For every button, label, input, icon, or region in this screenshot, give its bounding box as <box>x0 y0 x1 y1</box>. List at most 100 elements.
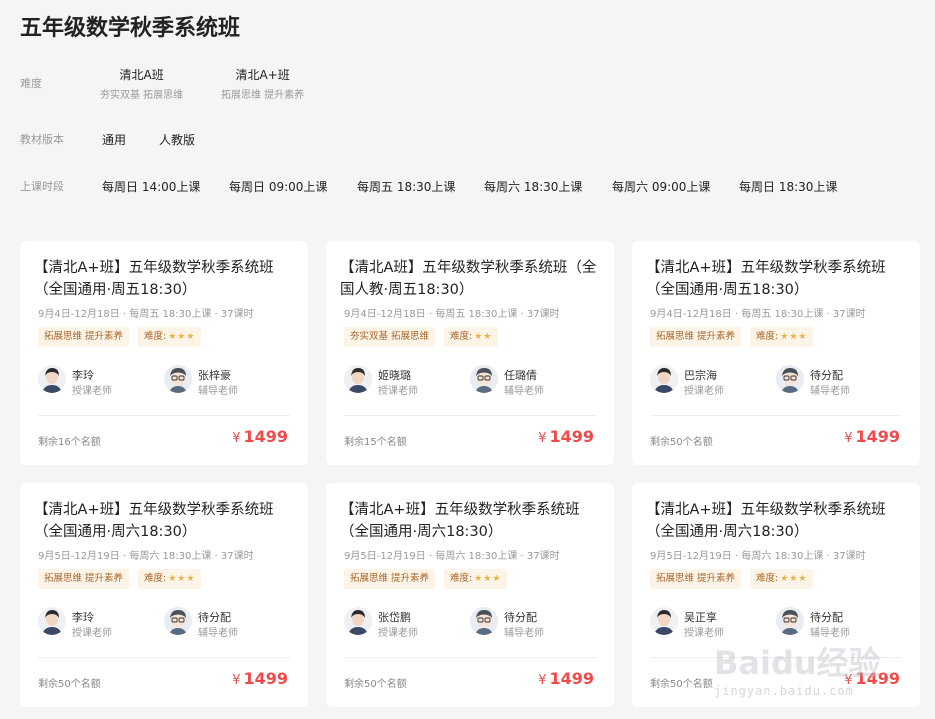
teacher-name: 李玲 <box>72 369 94 382</box>
teacher-name: 李玲 <box>72 611 94 624</box>
teacher-role: 授课老师 <box>72 628 112 639</box>
teacher-role: 授课老师 <box>378 628 418 639</box>
edition-option-general[interactable]: 通用 <box>102 131 126 148</box>
difficulty-badge-label: 难度: <box>144 331 167 342</box>
difficulty-option-a[interactable]: 清北A班 夯实双基 拓展思维 <box>100 66 183 101</box>
card-divider <box>344 657 596 658</box>
difficulty-badge-label: 难度: <box>450 573 473 584</box>
remaining-seats: 剩余16个名额 <box>38 437 101 448</box>
schedule-label: 上课时段 <box>20 180 64 193</box>
currency-symbol: ¥ <box>232 431 241 446</box>
schedule-option[interactable]: 每周日 18:30上课 <box>739 178 837 195</box>
remaining-seats: 剩余50个名额 <box>650 437 713 448</box>
price-amount: 1499 <box>549 669 594 688</box>
difficulty-badge: 难度: ★★★ <box>138 569 202 589</box>
schedule-option[interactable]: 每周日 14:00上课 <box>102 178 200 195</box>
course-title[interactable]: 【清北A+班】五年级数学秋季系统班（全国通用·周六18:30） <box>34 499 300 543</box>
schedule-option[interactable]: 每周日 09:00上课 <box>229 178 327 195</box>
difficulty-option-name: 清北A班 <box>119 68 164 82</box>
course-card[interactable]: 【清北A+班】五年级数学秋季系统班（全国通用·周六18:30） 9月5日-12月… <box>20 483 308 707</box>
teacher-avatar <box>38 365 66 393</box>
star-icon: ★★★ <box>168 574 196 584</box>
course-tag: 夯实双基 拓展思维 <box>344 327 436 347</box>
course-schedule-meta: 9月5日-12月19日 · 每周六 18:30上课 · 37课时 <box>344 551 560 562</box>
course-title[interactable]: 【清北A+班】五年级数学秋季系统班（全国通用·周六18:30） <box>340 499 606 543</box>
star-icon: ★★★ <box>780 332 808 342</box>
page-title: 五年级数学秋季系统班 <box>20 16 241 41</box>
price: ¥1499 <box>844 427 900 446</box>
course-card[interactable]: 【清北A+班】五年级数学秋季系统班（全国通用·周五18:30） 9月4日-12月… <box>20 241 308 465</box>
difficulty-badge-label: 难度: <box>144 573 167 584</box>
tutor-name: 待分配 <box>810 369 843 382</box>
edition-option-pep[interactable]: 人教版 <box>159 131 195 148</box>
tutor-name: 张梓豪 <box>198 369 231 382</box>
price-amount: 1499 <box>549 427 594 446</box>
difficulty-badge: 难度: ★★ <box>444 327 499 347</box>
tutor-avatar <box>776 365 804 393</box>
difficulty-option-sub: 夯实双基 拓展思维 <box>100 90 184 101</box>
tutor-avatar <box>776 607 804 635</box>
price-amount: 1499 <box>243 427 288 446</box>
price: ¥1499 <box>538 669 594 688</box>
star-icon: ★★ <box>474 332 493 342</box>
course-card[interactable]: 【清北A+班】五年级数学秋季系统班（全国通用·周六18:30） 9月5日-12月… <box>632 483 920 707</box>
course-tag: 拓展思维 提升素养 <box>650 327 742 347</box>
course-schedule-meta: 9月4日-12月18日 · 每周五 18:30上课 · 37课时 <box>650 309 866 320</box>
teacher-name: 巴宗海 <box>684 369 717 382</box>
price-amount: 1499 <box>855 427 900 446</box>
course-tag: 拓展思维 提升素养 <box>38 569 130 589</box>
course-tag: 拓展思维 提升素养 <box>344 569 436 589</box>
tutor-role: 辅导老师 <box>810 386 850 397</box>
difficulty-option-a-plus[interactable]: 清北A+班 拓展思维 提升素养 <box>221 66 304 101</box>
teacher-avatar <box>344 365 372 393</box>
difficulty-badge-label: 难度: <box>756 573 779 584</box>
tutor-avatar <box>470 365 498 393</box>
difficulty-label: 难度 <box>20 77 42 90</box>
schedule-option[interactable]: 每周六 18:30上课 <box>484 178 582 195</box>
price: ¥1499 <box>232 427 288 446</box>
difficulty-badge: 难度: ★★★ <box>750 327 814 347</box>
teacher-avatar <box>650 607 678 635</box>
schedule-option[interactable]: 每周六 09:00上课 <box>612 178 710 195</box>
teacher-avatar <box>650 365 678 393</box>
remaining-seats: 剩余50个名额 <box>650 679 713 690</box>
course-card[interactable]: 【清北A+班】五年级数学秋季系统班（全国通用·周五18:30） 9月4日-12月… <box>632 241 920 465</box>
teacher-avatar <box>38 607 66 635</box>
price: ¥1499 <box>232 669 288 688</box>
edition-label: 教材版本 <box>20 133 64 146</box>
star-icon: ★★★ <box>474 574 502 584</box>
course-card[interactable]: 【清北A+班】五年级数学秋季系统班（全国通用·周六18:30） 9月5日-12月… <box>326 483 614 707</box>
course-schedule-meta: 9月4日-12月18日 · 每周五 18:30上课 · 37课时 <box>38 309 254 320</box>
schedule-option[interactable]: 每周五 18:30上课 <box>357 178 455 195</box>
currency-symbol: ¥ <box>538 431 547 446</box>
difficulty-option-sub: 拓展思维 提升素养 <box>221 90 305 101</box>
price-amount: 1499 <box>243 669 288 688</box>
card-divider <box>38 657 290 658</box>
difficulty-badge: 难度: ★★★ <box>444 569 508 589</box>
course-title[interactable]: 【清北A+班】五年级数学秋季系统班（全国通用·周六18:30） <box>646 499 912 543</box>
course-title[interactable]: 【清北A+班】五年级数学秋季系统班（全国通用·周五18:30） <box>34 257 300 301</box>
price: ¥1499 <box>844 669 900 688</box>
difficulty-option-name: 清北A+班 <box>235 68 290 82</box>
currency-symbol: ¥ <box>844 673 853 688</box>
course-tag: 拓展思维 提升素养 <box>38 327 130 347</box>
card-divider <box>650 415 902 416</box>
teacher-role: 授课老师 <box>72 386 112 397</box>
remaining-seats: 剩余50个名额 <box>344 679 407 690</box>
course-tag: 拓展思维 提升素养 <box>650 569 742 589</box>
teacher-name: 吴正享 <box>684 611 717 624</box>
card-divider <box>650 657 902 658</box>
price: ¥1499 <box>538 427 594 446</box>
difficulty-badge-label: 难度: <box>450 331 473 342</box>
course-schedule-meta: 9月5日-12月19日 · 每周六 18:30上课 · 37课时 <box>650 551 866 562</box>
star-icon: ★★★ <box>168 332 196 342</box>
course-title[interactable]: 【清北A班】五年级数学秋季系统班（全国人教·周五18:30） <box>340 257 606 301</box>
teacher-role: 授课老师 <box>684 628 724 639</box>
course-title[interactable]: 【清北A+班】五年级数学秋季系统班（全国通用·周五18:30） <box>646 257 912 301</box>
currency-symbol: ¥ <box>844 431 853 446</box>
star-icon: ★★★ <box>780 574 808 584</box>
course-card[interactable]: 【清北A班】五年级数学秋季系统班（全国人教·周五18:30） 9月4日-12月1… <box>326 241 614 465</box>
tutor-role: 辅导老师 <box>504 628 544 639</box>
tutor-name: 任璐倩 <box>504 369 537 382</box>
teacher-role: 授课老师 <box>378 386 418 397</box>
